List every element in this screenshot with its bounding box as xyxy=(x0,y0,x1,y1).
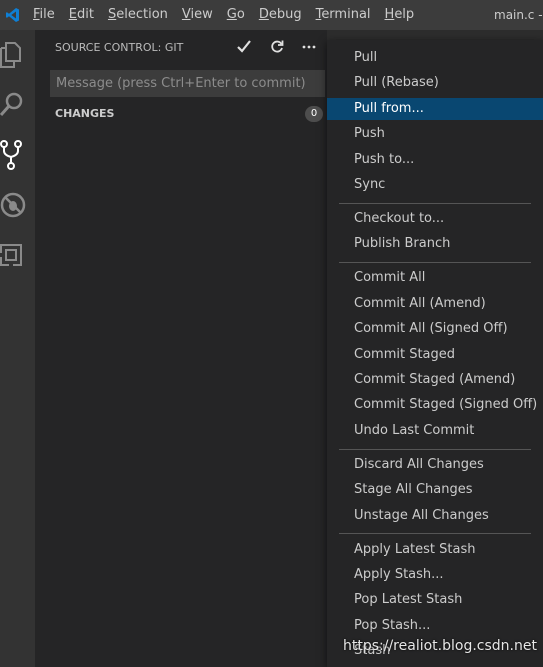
extensions-icon[interactable] xyxy=(0,230,35,280)
activity-bar xyxy=(0,30,35,667)
menu-go-label: o xyxy=(236,7,245,22)
menu-item-stage-all-changes[interactable]: Stage All Changes xyxy=(327,479,543,501)
menu-separator xyxy=(339,202,531,204)
menu-edit[interactable]: Edit xyxy=(62,0,101,30)
menu-help-mnemonic: H xyxy=(384,7,395,22)
search-icon[interactable] xyxy=(0,80,35,130)
title-bar: File Edit Selection View Go Debug Termin… xyxy=(0,0,543,30)
menu-file[interactable]: File xyxy=(26,0,62,30)
menu-item-pop-stash[interactable]: Pop Stash... xyxy=(327,615,543,637)
menu-item-pull[interactable]: Pull xyxy=(327,47,543,69)
changes-section-header[interactable]: CHANGES 0 xyxy=(35,102,327,126)
menu-item-commit-all-signed-off[interactable]: Commit All (Signed Off) xyxy=(327,318,543,340)
menu-item-unstage-all-changes[interactable]: Unstage All Changes xyxy=(327,505,543,527)
commit-message-input[interactable] xyxy=(50,70,325,97)
menu-go-mnemonic: G xyxy=(226,7,237,22)
watermark-text: https://realiot.blog.csdn.net xyxy=(343,638,537,654)
menu-item-pull-from[interactable]: Pull from... xyxy=(327,97,543,120)
menu-go[interactable]: Go xyxy=(220,0,252,30)
vscode-logo-icon xyxy=(0,0,26,30)
panel-header: SOURCE CONTROL: GIT xyxy=(35,30,327,65)
debug-icon[interactable] xyxy=(0,180,35,230)
menu-selection[interactable]: Selection xyxy=(101,0,175,30)
menu-item-checkout-to[interactable]: Checkout to... xyxy=(327,208,543,230)
files-icon[interactable] xyxy=(0,30,35,80)
menu-item-push-to[interactable]: Push to... xyxy=(327,149,543,171)
menu-item-commit-all-amend[interactable]: Commit All (Amend) xyxy=(327,293,543,315)
menu-separator xyxy=(339,533,531,535)
menu-item-pull-rebase[interactable]: Pull (Rebase) xyxy=(327,72,543,94)
commit-check-icon[interactable] xyxy=(235,38,253,56)
menu-item-publish-branch[interactable]: Publish Branch xyxy=(327,233,543,255)
editor-tab-area xyxy=(327,30,543,40)
menu-debug-mnemonic: D xyxy=(258,7,269,22)
menu-help[interactable]: Help xyxy=(378,0,422,30)
menu-item-push[interactable]: Push xyxy=(327,123,543,145)
menu-selection-mnemonic: S xyxy=(107,7,117,22)
menu-debug[interactable]: Debug xyxy=(252,0,309,30)
changes-count-badge: 0 xyxy=(305,106,323,122)
menu-view-mnemonic: V xyxy=(181,7,191,22)
source-control-panel: SOURCE CONTROL: GIT CHANGES 0 xyxy=(35,30,327,667)
menu-view-label: iew xyxy=(190,7,213,22)
menu-item-commit-staged-signed-off[interactable]: Commit Staged (Signed Off) xyxy=(327,394,543,416)
menu-item-pop-latest-stash[interactable]: Pop Latest Stash xyxy=(327,589,543,611)
menu-item-sync[interactable]: Sync xyxy=(327,174,543,196)
menu-edit-label: dit xyxy=(77,7,94,22)
menu-debug-label: ebug xyxy=(268,7,302,22)
source-control-more-actions-menu: Pull Pull (Rebase) Pull from... Push Push to… xyxy=(327,40,543,667)
menu-item-apply-stash[interactable]: Apply Stash... xyxy=(327,564,543,586)
menu-help-label: elp xyxy=(394,7,415,22)
menu-view[interactable]: View xyxy=(175,0,220,30)
refresh-icon[interactable] xyxy=(268,38,286,56)
menu-separator xyxy=(339,262,531,264)
menu-item-commit-staged[interactable]: Commit Staged xyxy=(327,344,543,366)
menu-file-label: ile xyxy=(39,7,55,22)
menu-item-apply-latest-stash[interactable]: Apply Latest Stash xyxy=(327,539,543,561)
panel-title: SOURCE CONTROL: GIT xyxy=(55,41,184,54)
menu-item-undo-last-commit[interactable]: Undo Last Commit xyxy=(327,420,543,442)
window-title: main.c - t xyxy=(494,8,543,22)
menu-terminal-label: erminal xyxy=(321,7,371,22)
menu-selection-label: election xyxy=(116,7,168,22)
menu-item-commit-all[interactable]: Commit All xyxy=(327,267,543,289)
menu-item-discard-all-changes[interactable]: Discard All Changes xyxy=(327,454,543,476)
changes-label: CHANGES xyxy=(55,107,115,120)
menu-terminal[interactable]: Terminal xyxy=(309,0,378,30)
menu-bar: File Edit Selection View Go Debug Termin… xyxy=(26,0,421,30)
menu-edit-mnemonic: E xyxy=(68,7,77,22)
menu-item-commit-staged-amend[interactable]: Commit Staged (Amend) xyxy=(327,369,543,391)
more-actions-icon[interactable] xyxy=(300,38,318,56)
menu-separator xyxy=(339,448,531,450)
source-control-icon[interactable] xyxy=(0,130,35,180)
